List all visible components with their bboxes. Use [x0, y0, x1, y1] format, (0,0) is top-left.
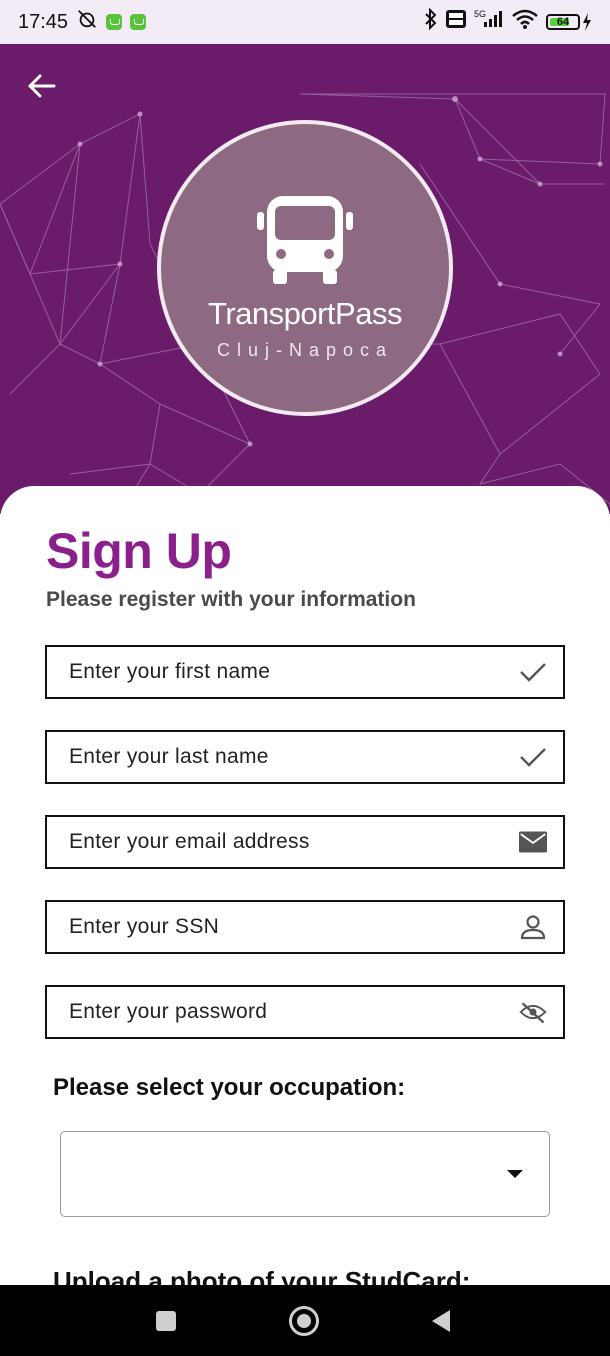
first-name-placeholder: Enter your first name	[69, 660, 271, 683]
volte-icon	[446, 10, 466, 34]
battery-icon: 64	[546, 13, 592, 31]
brand-subtitle: Cluj-Napoca	[216, 340, 394, 360]
last-name-field[interactable]: Enter your last name	[45, 730, 565, 784]
person-icon	[519, 913, 547, 941]
home-circle-icon	[289, 1306, 319, 1336]
recents-button[interactable]	[155, 1310, 177, 1337]
wifi-icon	[512, 9, 538, 35]
bus-icon	[257, 196, 353, 284]
mail-icon	[519, 828, 547, 856]
battery-level: 64	[556, 16, 570, 28]
dropdown-arrow-icon	[507, 1170, 523, 1178]
check-icon	[519, 743, 547, 771]
password-field[interactable]: Enter your password	[45, 985, 565, 1039]
ssn-field[interactable]: Enter your SSN	[45, 900, 565, 954]
signup-card: Sign Up Please register with your inform…	[0, 486, 610, 1296]
visibility-off-icon[interactable]	[519, 998, 547, 1026]
last-name-placeholder: Enter your last name	[69, 745, 269, 768]
bluetooth-icon	[424, 7, 438, 36]
status-bar: 17:45 5G 64	[0, 0, 610, 44]
page-subtitle: Please register with your information	[46, 588, 416, 611]
home-button[interactable]	[288, 1305, 320, 1342]
nav-back-button[interactable]	[430, 1309, 452, 1338]
svg-text:5G: 5G	[474, 9, 486, 19]
triangle-back-icon	[432, 1310, 450, 1332]
notification-app-icon	[106, 14, 123, 30]
status-time: 17:45	[18, 10, 69, 33]
occupation-dropdown[interactable]	[60, 1131, 550, 1217]
brand-title: TransportPass	[208, 296, 402, 331]
page-title: Sign Up	[46, 523, 232, 579]
arrow-back-icon	[28, 74, 56, 98]
password-placeholder: Enter your password	[69, 1000, 268, 1023]
alarm-off-icon	[76, 8, 98, 36]
check-icon	[519, 658, 547, 686]
notification-app-icon	[130, 14, 147, 30]
status-right: 5G 64	[424, 7, 592, 36]
email-field[interactable]: Enter your email address	[45, 815, 565, 869]
signal-icon: 5G	[474, 9, 504, 35]
status-left: 17:45	[18, 8, 147, 36]
system-navigation-bar	[0, 1285, 610, 1356]
first-name-field[interactable]: Enter your first name	[45, 645, 565, 699]
back-button[interactable]	[22, 68, 62, 108]
square-icon	[156, 1311, 176, 1331]
occupation-label: Please select your occupation:	[53, 1074, 406, 1101]
header-banner: TransportPass Cluj-Napoca	[0, 44, 610, 514]
email-placeholder: Enter your email address	[69, 830, 310, 853]
ssn-placeholder: Enter your SSN	[69, 915, 220, 938]
app-logo: TransportPass Cluj-Napoca	[157, 120, 453, 416]
